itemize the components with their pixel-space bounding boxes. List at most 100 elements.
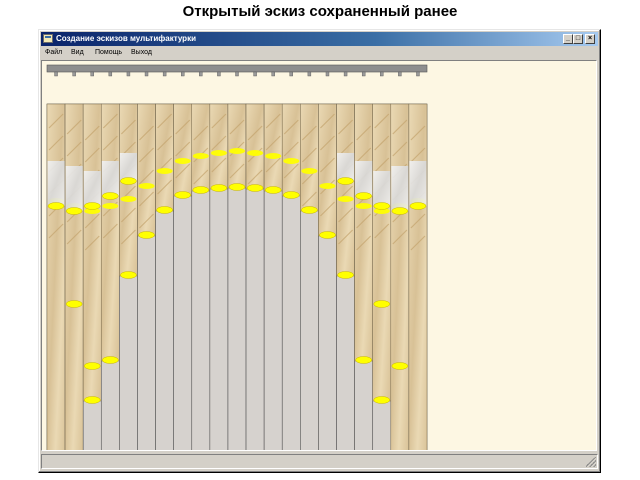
menu-help[interactable]: Помощь <box>95 47 122 59</box>
trim-scallop <box>373 202 391 210</box>
trim-scallop <box>65 207 83 215</box>
trim-scallop <box>156 168 173 174</box>
trim-scallop <box>301 168 318 174</box>
white-swag <box>337 153 355 181</box>
trim-scallop <box>65 300 83 308</box>
trim-scallop <box>246 184 264 192</box>
white-swag <box>409 161 427 206</box>
trim-scallop <box>156 206 173 214</box>
trim-scallop <box>373 396 391 404</box>
slat-hook <box>126 71 131 77</box>
slat-hook <box>380 71 384 77</box>
fabric-slat <box>336 103 355 277</box>
minimize-icon[interactable]: _ <box>563 34 573 44</box>
menu-view[interactable]: Вид <box>71 47 84 59</box>
slat-hook <box>398 71 402 77</box>
trim-scallop <box>319 183 336 189</box>
slat-hook <box>108 71 113 77</box>
fabric-slat <box>119 103 138 277</box>
slat-hook <box>343 71 348 77</box>
trim-scallop <box>174 191 192 199</box>
trim-scallop <box>355 192 372 200</box>
slat-hook <box>217 71 221 77</box>
trim-scallop <box>391 362 409 370</box>
trim-scallop <box>210 150 227 156</box>
white-swag <box>65 166 83 211</box>
trim-scallop <box>102 356 119 364</box>
fabric-slat <box>300 103 319 212</box>
trim-scallop <box>283 158 300 164</box>
fabric-slat <box>209 103 229 190</box>
white-swag <box>391 166 409 211</box>
maximize-icon[interactable]: □ <box>573 34 583 44</box>
fabric-slat <box>354 103 373 362</box>
menu-bar: Файл Вид Помощь Выход <box>41 47 598 59</box>
top-rail <box>46 64 428 73</box>
trim-scallop <box>409 202 427 210</box>
design-canvas[interactable] <box>41 60 597 451</box>
trim-scallop <box>228 148 246 154</box>
trim-scallop <box>102 203 119 209</box>
white-swag <box>83 171 101 206</box>
white-swag <box>47 161 65 206</box>
trim-scallop <box>192 153 209 159</box>
trim-scallop <box>247 150 264 156</box>
trim-scallop <box>138 183 155 189</box>
white-swag <box>355 161 373 196</box>
fabric-slat <box>263 103 283 192</box>
white-swag <box>373 171 391 206</box>
trim-scallop <box>264 186 282 194</box>
slat-hook <box>181 71 185 77</box>
trim-scallop <box>47 202 65 210</box>
trim-scallop <box>337 271 354 279</box>
trim-scallop <box>337 177 354 185</box>
slat-hook <box>162 71 167 77</box>
slat-hook <box>361 71 366 77</box>
trim-scallop <box>319 231 336 239</box>
white-swag <box>119 153 137 181</box>
slat-hook <box>90 71 94 77</box>
slat-hook <box>253 71 257 77</box>
slat-hook <box>289 71 293 77</box>
fabric-slat <box>227 103 247 189</box>
slat-hook <box>199 71 203 77</box>
trim-scallop <box>174 158 191 164</box>
menu-exit[interactable]: Выход <box>131 47 152 59</box>
slat-hook <box>416 71 420 77</box>
close-icon[interactable]: × <box>585 34 595 44</box>
window-titlebar[interactable]: Создание эскизов мультифактурки _ □ × <box>41 32 598 46</box>
trim-scallop <box>337 196 354 202</box>
trim-scallop <box>373 300 391 308</box>
slat-hook <box>72 71 76 77</box>
white-swag <box>101 161 119 196</box>
trim-scallop <box>102 192 119 200</box>
trim-scallop <box>192 186 210 194</box>
slat-hook <box>307 71 312 77</box>
slide-heading: Открытый эскиз сохраненный ранее <box>182 3 458 20</box>
trim-scallop <box>282 191 300 199</box>
fabric-slat <box>191 103 211 192</box>
trim-scallop <box>120 271 137 279</box>
trim-scallop <box>301 206 318 214</box>
trim-scallop <box>120 177 137 185</box>
curtain-sketch[interactable] <box>42 61 596 450</box>
trim-scallop <box>228 183 246 191</box>
trim-scallop <box>120 196 137 202</box>
fabric-slat <box>281 103 301 197</box>
app-icon <box>43 34 53 43</box>
slat-hook <box>144 71 149 77</box>
menu-file[interactable]: Файл <box>45 47 62 59</box>
trim-scallop <box>210 184 228 192</box>
window-title: Создание эскизов мультифактурки <box>56 34 196 43</box>
trim-scallop <box>83 202 101 210</box>
fabric-slat <box>408 103 428 450</box>
slat-hook <box>325 71 330 77</box>
fabric-slat <box>155 103 174 212</box>
trim-scallop <box>391 207 409 215</box>
fabric-slat <box>46 103 66 450</box>
app-window: Создание эскизов мультифактурки _ □ × Фа… <box>38 29 601 473</box>
fabric-slat <box>173 103 193 197</box>
trim-scallop <box>265 153 282 159</box>
trim-scallop <box>83 362 101 370</box>
size-grip-icon[interactable] <box>586 457 596 467</box>
